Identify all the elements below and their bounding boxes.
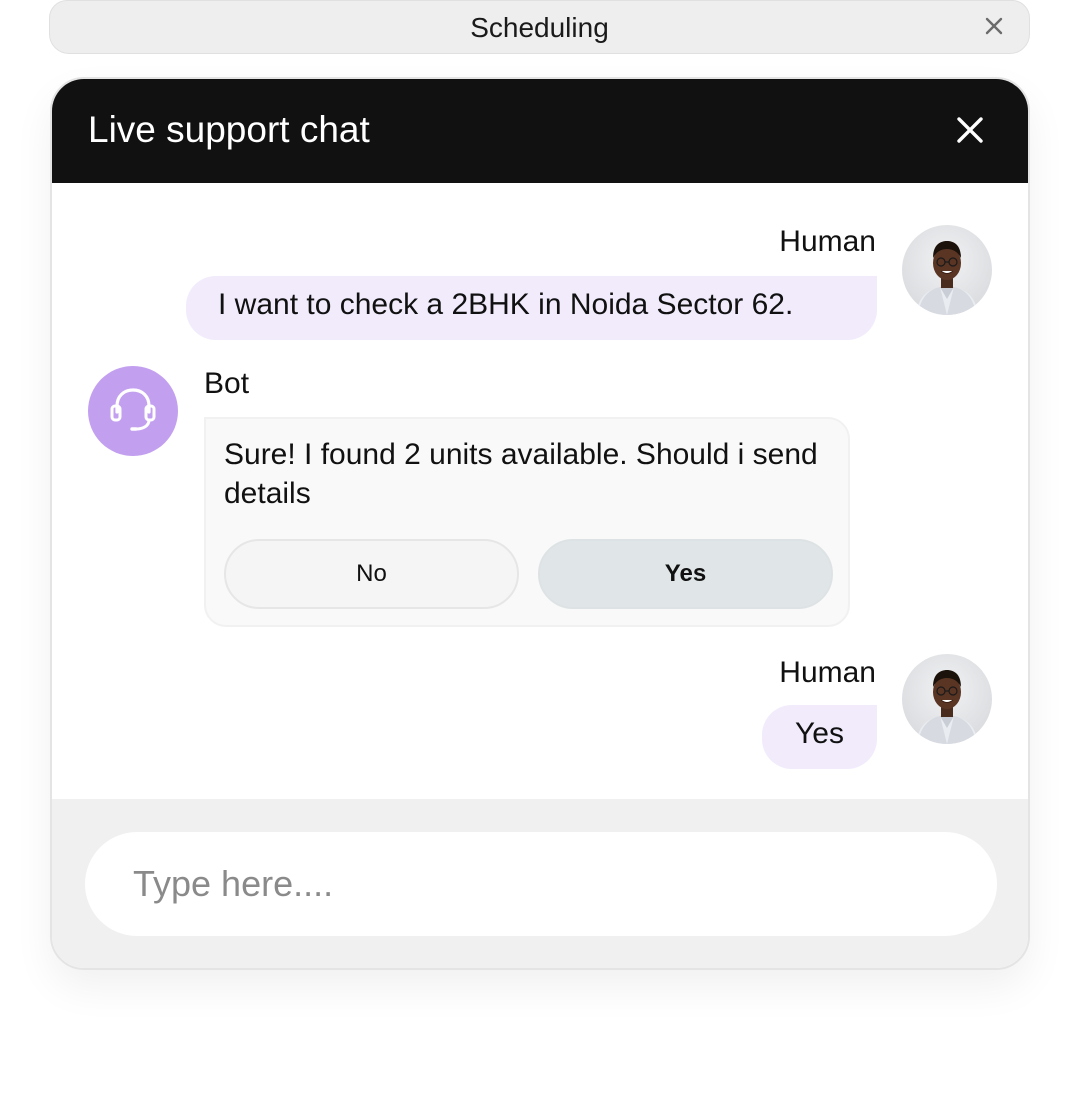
composer-area <box>52 799 1028 968</box>
message-list[interactable]: Human I want to check a 2BHK in Noida Se… <box>52 183 1028 799</box>
chat-title: Live support chat <box>88 109 370 150</box>
person-photo-icon <box>916 241 978 315</box>
message-bubble: Yes <box>762 705 877 769</box>
chat-header: Live support chat <box>52 79 1028 183</box>
sender-name: Human <box>779 225 876 258</box>
sender-name: Human <box>779 656 876 689</box>
human-avatar <box>902 225 992 315</box>
scheduling-tab[interactable]: Scheduling <box>49 0 1030 54</box>
person-photo-icon <box>916 670 978 744</box>
tab-title: Scheduling <box>470 12 609 43</box>
headset-icon <box>110 388 156 431</box>
reply-yes-button[interactable]: Yes <box>538 539 833 609</box>
message-text: Sure! I found 2 units available. Should … <box>224 438 818 510</box>
chat-window: Live support chat Human I want to check … <box>50 77 1030 970</box>
message-bubble: I want to check a 2BHK in Noida Sector 6… <box>186 276 877 340</box>
reply-no-button[interactable]: No <box>224 539 519 609</box>
bot-message-card: Sure! I found 2 units available. Should … <box>204 417 850 627</box>
human-avatar <box>902 654 992 744</box>
bot-avatar <box>88 366 178 456</box>
tab-close-icon[interactable] <box>983 15 1005 37</box>
message-input[interactable] <box>85 832 997 936</box>
sender-name: Bot <box>204 367 250 400</box>
close-chat-icon[interactable] <box>956 116 984 144</box>
